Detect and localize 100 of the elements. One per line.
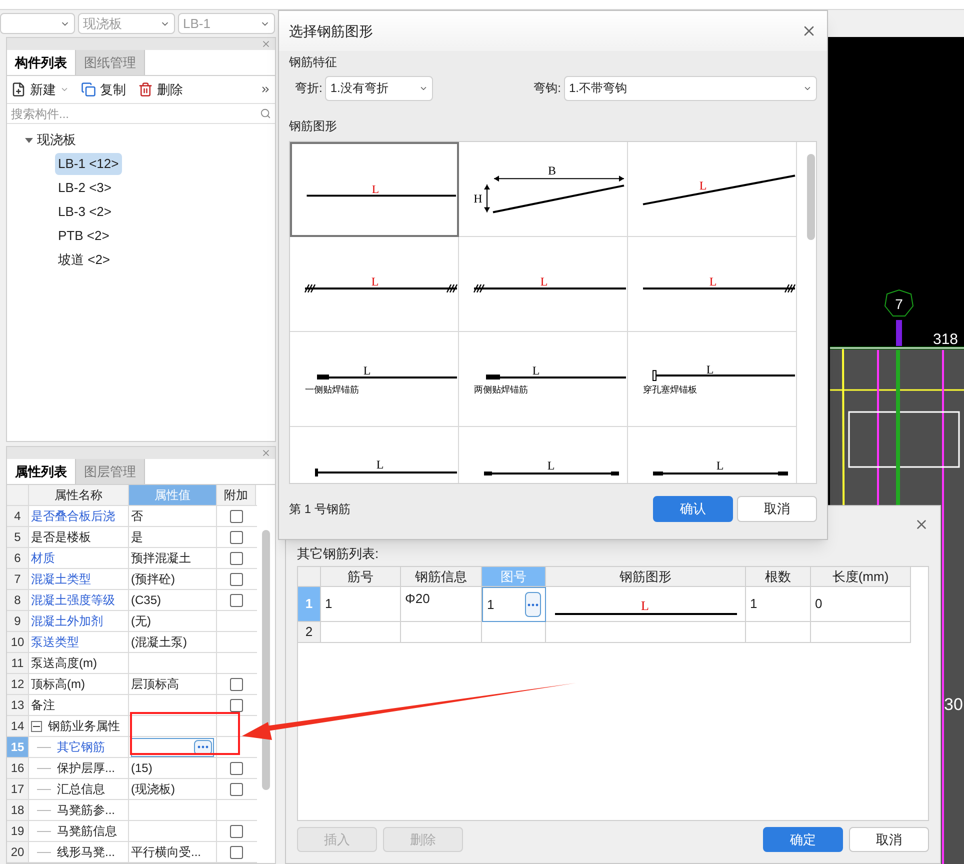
ellipsis-icon: [197, 745, 209, 749]
shape-number-cell[interactable]: 1: [482, 587, 546, 622]
hook-dropdown[interactable]: 1.不带弯钩: [564, 76, 817, 100]
shape-option[interactable]: L 两侧贴焊锚筋: [459, 332, 628, 427]
checkbox[interactable]: [230, 530, 243, 544]
ellipsis-button[interactable]: [194, 740, 212, 754]
property-value: (无): [131, 613, 151, 630]
property-row[interactable]: 13 备注: [7, 695, 257, 716]
shape-option[interactable]: B H: [459, 142, 628, 237]
collapse-toggle[interactable]: [31, 720, 42, 732]
property-row[interactable]: 20 线形马凳... 平行横向受...: [7, 842, 257, 863]
search-field[interactable]: 搜索构件...: [11, 104, 260, 122]
scrollbar-thumb[interactable]: [262, 530, 270, 790]
property-row[interactable]: 11 泵送高度(m): [7, 653, 257, 674]
close-icon[interactable]: [261, 39, 271, 49]
tree-item[interactable]: LB-1 <12>: [55, 153, 122, 175]
row-number: 7: [7, 569, 29, 589]
shape-option[interactable]: L: [290, 142, 459, 237]
shape-option[interactable]: L 穿孔塞焊锚板: [628, 332, 797, 427]
property-name: 其它钢筋: [57, 739, 105, 756]
property-name: 混凝土强度等级: [31, 592, 115, 609]
property-value: 是: [131, 529, 143, 546]
property-name: 材质: [31, 550, 55, 567]
more-icon[interactable]: [260, 84, 271, 95]
expand-caret-icon[interactable]: [25, 136, 33, 144]
property-row[interactable]: 18 马凳筋参...: [7, 800, 257, 821]
shape-number-cell[interactable]: [482, 622, 546, 643]
checkbox[interactable]: [230, 824, 243, 838]
dialog-button[interactable]: 取消: [849, 827, 929, 852]
row-number: 1: [298, 587, 321, 622]
property-value: (15): [131, 760, 152, 777]
shape-option[interactable]: L: [459, 427, 628, 483]
checkbox[interactable]: [230, 552, 243, 564]
checkbox[interactable]: [230, 762, 243, 774]
property-value: 层顶标高: [131, 676, 179, 693]
tree-group-label[interactable]: 现浇板: [37, 130, 76, 150]
property-value: 预拌混凝土: [131, 550, 191, 567]
dialog-title: 选择钢筋图形: [289, 22, 373, 40]
property-row[interactable]: 8 混凝土强度等级 (C35): [7, 590, 257, 611]
checkbox[interactable]: [230, 678, 243, 690]
property-row[interactable]: 15 其它钢筋: [7, 737, 257, 758]
tree-item[interactable]: LB-2 <3>: [55, 177, 114, 199]
property-row[interactable]: 6 材质 预拌混凝土: [7, 548, 257, 569]
dimension-label: L: [547, 458, 555, 473]
dimension-label: H: [474, 191, 482, 206]
shape-caption: 一侧贴焊锚筋: [305, 384, 360, 394]
shape-option[interactable]: L: [290, 427, 459, 483]
ellipsis-button[interactable]: [525, 592, 541, 617]
shape-option[interactable]: L: [628, 237, 797, 332]
shape-caption: 穿孔塞焊锚板: [643, 384, 698, 394]
row-number: 20: [7, 842, 29, 862]
checkbox[interactable]: [230, 846, 243, 858]
property-row[interactable]: 17 汇总信息 (现浇板): [7, 779, 257, 800]
checkbox[interactable]: [230, 698, 243, 712]
row-number: 15: [7, 737, 29, 757]
tree-connector: [37, 788, 51, 790]
list-label: 其它钢筋列表:: [297, 545, 380, 564]
checkbox[interactable]: [230, 572, 243, 586]
row-number: 11: [7, 653, 29, 673]
property-name: 钢筋业务属性: [48, 718, 120, 735]
table-cell: [746, 622, 811, 643]
toolbar-button[interactable]: 复制: [81, 80, 126, 100]
shape-option[interactable]: L: [290, 237, 459, 332]
row-number: 9: [7, 611, 29, 631]
property-name: 混凝土外加剂: [31, 613, 103, 630]
table-cell: 0: [811, 587, 911, 622]
dimension-label: L: [371, 274, 379, 288]
property-row[interactable]: 4 是否叠合板后浇 否: [7, 506, 257, 527]
tree-connector: [37, 830, 51, 832]
tree-item[interactable]: PTB <2>: [55, 225, 112, 247]
shape-option[interactable]: L: [459, 237, 628, 332]
bend-dropdown[interactable]: 1.没有弯折: [325, 76, 434, 100]
tree-item[interactable]: 坡道 <2>: [55, 249, 114, 271]
tree-item[interactable]: LB-3 <2>: [55, 201, 114, 223]
field-label: 弯折:: [295, 80, 322, 97]
checkbox[interactable]: [230, 782, 243, 796]
dimension-label: L: [376, 458, 384, 472]
checkbox[interactable]: [230, 594, 243, 606]
row-number: 19: [7, 821, 29, 841]
close-icon[interactable]: [261, 448, 271, 458]
dialog-button[interactable]: 确认: [653, 496, 733, 522]
property-row[interactable]: 19 马凳筋信息: [7, 821, 257, 842]
shape-option[interactable]: L 一侧贴焊锚筋: [290, 332, 459, 427]
property-row[interactable]: 9 混凝土外加剂 (无): [7, 611, 257, 632]
column-header: 钢筋图形: [546, 567, 746, 587]
scrollbar-thumb[interactable]: [807, 154, 815, 240]
checkbox[interactable]: [230, 510, 243, 522]
dimension-label: L: [372, 182, 380, 196]
property-row[interactable]: 16 保护层厚... (15): [7, 758, 257, 779]
dialog-button[interactable]: 取消: [737, 496, 817, 522]
toolbar-button[interactable]: 新建: [11, 80, 69, 100]
trash-icon: [138, 82, 153, 97]
row-number: 12: [7, 674, 29, 694]
dialog-button[interactable]: 确定: [763, 827, 843, 852]
property-row[interactable]: 10 泵送类型 (混凝土泵): [7, 632, 257, 653]
property-row[interactable]: 7 混凝土类型 (预拌砼): [7, 569, 257, 590]
toolbar-button[interactable]: 删除: [138, 80, 183, 100]
property-row[interactable]: 5 是否是楼板 是: [7, 527, 257, 548]
property-row[interactable]: 12 顶标高(m) 层顶标高: [7, 674, 257, 695]
axis-number: 7: [895, 296, 903, 312]
